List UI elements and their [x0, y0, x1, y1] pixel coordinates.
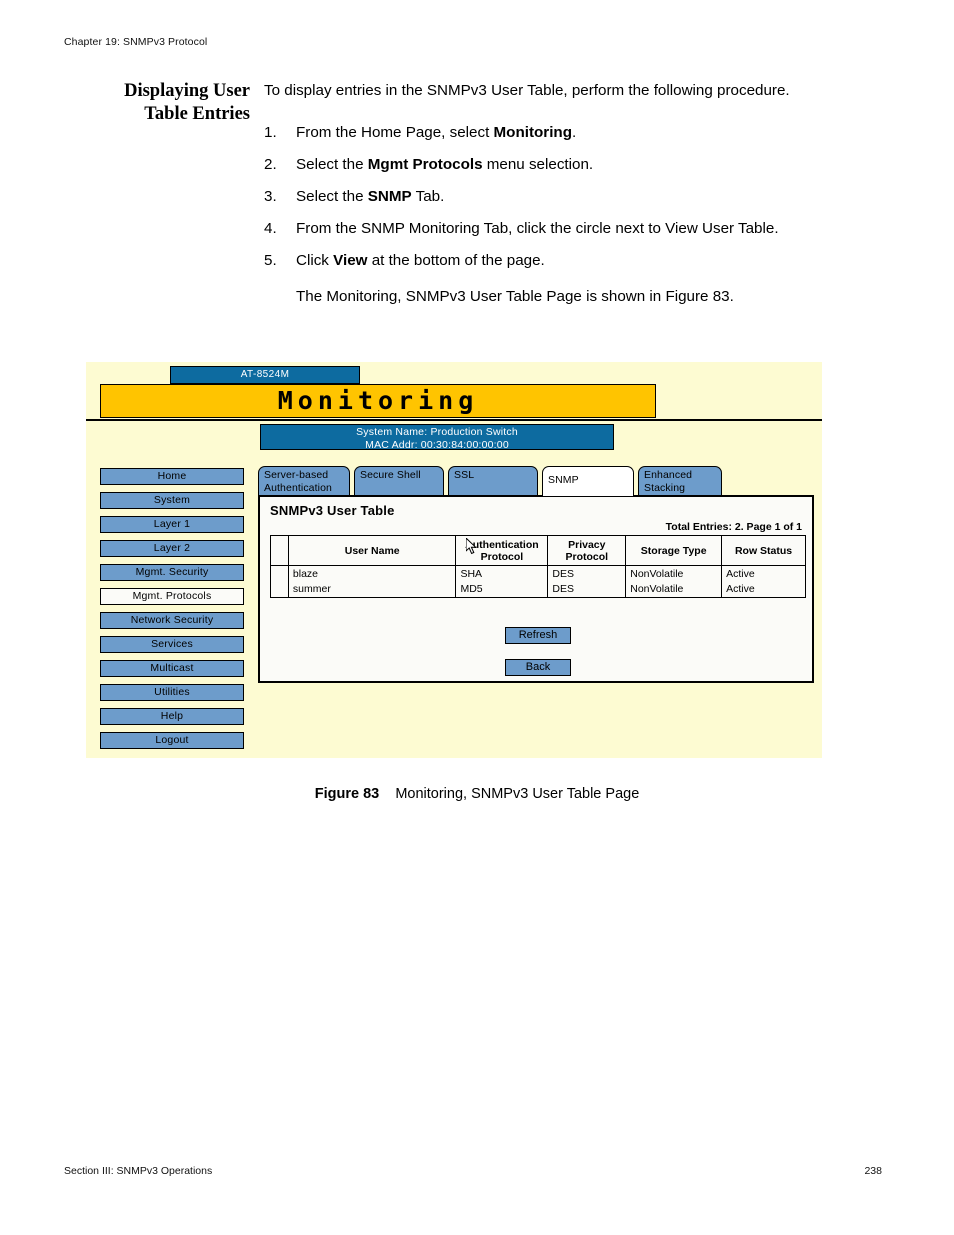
panel-title: SNMPv3 User Table — [270, 503, 395, 518]
step-number: 1. — [264, 124, 277, 141]
procedure-steps: 1. From the Home Page, select Monitoring.… — [264, 122, 804, 272]
tab-snmp[interactable]: SNMP — [542, 466, 634, 496]
column-header-user-name: User Name — [287, 535, 457, 566]
sidebar-item-utilities[interactable]: Utilities — [100, 684, 244, 701]
sidebar-item-home[interactable]: Home — [100, 468, 244, 485]
content-panel: SNMPv3 User Table Total Entries: 2. Page… — [258, 495, 814, 683]
app-title-bar: Monitoring — [100, 384, 656, 418]
snmpv3-user-table: User Name Authentication Protocol Privacy … — [270, 535, 806, 598]
system-info-banner: System Name: Production Switch MAC Addr:… — [260, 424, 614, 451]
figure-caption-label: Figure 83 — [314, 786, 380, 802]
cell-privacy-protocol: DES — [547, 581, 627, 598]
step-number: 3. — [264, 188, 277, 205]
tab-enhanced-stacking[interactable]: Enhanced Stacking — [638, 466, 722, 496]
step-text: Select the SNMP Tab. — [296, 188, 445, 205]
footer-section-label: Section III: SNMPv3 Operations — [64, 1165, 213, 1177]
sidebar-item-logout[interactable]: Logout — [100, 732, 244, 749]
body-column: To display entries in the SNMPv3 User Ta… — [264, 80, 804, 308]
cell-user-name: summer — [287, 581, 457, 598]
step-text: Click View at the bottom of the page. — [296, 252, 545, 269]
step-number: 4. — [264, 220, 277, 237]
system-name-text: System Name: Production Switch — [356, 426, 518, 438]
sidebar-item-mgmt-security[interactable]: Mgmt. Security — [100, 564, 244, 581]
back-button-row: Back — [260, 657, 816, 676]
step-emphasis: Monitoring — [493, 124, 572, 141]
step-text: From the Home Page, select Monitoring. — [296, 124, 577, 141]
table-row[interactable]: summer MD5 DES NonVolatile Active — [271, 581, 806, 598]
step-emphasis: View — [333, 252, 368, 269]
mac-address-text: MAC Addr: 00:30:84:00:00:00 — [365, 438, 509, 451]
refresh-button[interactable]: Refresh — [505, 627, 571, 644]
intro-paragraph: To display entries in the SNMPv3 User Ta… — [264, 82, 790, 99]
section-heading-line1: Displaying User — [124, 81, 250, 101]
cell-user-name: blaze — [287, 565, 457, 582]
mouse-cursor-icon — [466, 538, 477, 555]
procedure-step: 2. Select the Mgmt Protocols menu selecti… — [264, 154, 804, 176]
cell-privacy-protocol: DES — [547, 565, 627, 582]
figure-caption-text: Monitoring, SNMPv3 User Table Page — [395, 786, 640, 802]
sidebar-item-mgmt-protocols[interactable]: Mgmt. Protocols — [100, 588, 244, 605]
cell-storage-type: NonVolatile — [625, 565, 723, 582]
procedure-step: 1. From the Home Page, select Monitoring. — [264, 122, 804, 144]
sidebar-item-help[interactable]: Help — [100, 708, 244, 725]
sidebar-item-system[interactable]: System — [100, 492, 244, 509]
tab-strip: Server-based Authentication Secure Shell S… — [258, 466, 818, 496]
sidebar-item-multicast[interactable]: Multicast — [100, 660, 244, 677]
step-number: 2. — [264, 156, 277, 173]
cell-row-status: Active — [721, 581, 806, 598]
sidebar-item-layer-2[interactable]: Layer 2 — [100, 540, 244, 557]
column-header-privacy-protocol: Privacy Protocol — [547, 535, 627, 566]
tab-secure-shell[interactable]: Secure Shell — [354, 466, 444, 496]
column-header-select — [270, 535, 289, 566]
section-heading: Displaying User Table Entries — [64, 80, 250, 126]
cell-auth-protocol: MD5 — [455, 581, 549, 598]
header-divider — [86, 419, 822, 421]
sidebar-item-services[interactable]: Services — [100, 636, 244, 653]
step-emphasis: Mgmt Protocols — [367, 156, 483, 173]
step-emphasis: SNMP — [367, 188, 412, 205]
total-entries-label: Total Entries: 2. Page 1 of 1 — [665, 521, 802, 533]
figure-screenshot: AT-8524M Monitoring System Name: Product… — [86, 362, 822, 758]
running-head: Chapter 19: SNMPv3 Protocol — [64, 36, 208, 48]
procedure-step: 4. From the SNMP Monitoring Tab, click th… — [264, 218, 804, 240]
app-page-title: Monitoring — [277, 386, 479, 415]
table-header-row: User Name Authentication Protocol Privacy … — [270, 535, 806, 566]
cell-row-status: Active — [721, 565, 806, 582]
step-number: 5. — [264, 252, 277, 269]
column-header-storage-type: Storage Type — [625, 535, 723, 566]
procedure-step: 5. Click View at the bottom of the page. — [264, 250, 804, 272]
step-text: From the SNMP Monitoring Tab, click the … — [296, 220, 779, 237]
cell-storage-type: NonVolatile — [625, 581, 723, 598]
figure-caption: Figure 83 Monitoring, SNMPv3 User Table … — [0, 786, 954, 802]
cell-auth-protocol: SHA — [455, 565, 549, 582]
sidebar-menu: Home System Layer 1 Layer 2 Mgmt. Security Mg… — [100, 468, 244, 756]
row-select-radio[interactable] — [270, 565, 289, 598]
tab-ssl[interactable]: SSL — [448, 466, 538, 496]
sidebar-item-layer-1[interactable]: Layer 1 — [100, 516, 244, 533]
step-text: Select the Mgmt Protocols menu selection… — [296, 156, 594, 173]
back-button[interactable]: Back — [505, 659, 571, 676]
tab-server-based-authentication[interactable]: Server-based Authentication — [258, 466, 350, 496]
device-label-tab: AT-8524M — [170, 366, 360, 384]
refresh-button-row: Refresh — [260, 625, 816, 644]
column-header-row-status: Row Status — [721, 535, 806, 566]
footer-page-number: 238 — [864, 1165, 882, 1177]
sidebar-item-network-security[interactable]: Network Security — [100, 612, 244, 629]
procedure-step: 3. Select the SNMP Tab. — [264, 186, 804, 208]
table-body: blaze SHA DES NonVolatile Active summer MD5 DES… — [270, 565, 806, 598]
section-heading-line2: Table Entries — [144, 104, 250, 124]
follow-up-paragraph: The Monitoring, SNMPv3 User Table Page i… — [296, 288, 734, 305]
table-row[interactable]: blaze SHA DES NonVolatile Active — [270, 565, 806, 598]
